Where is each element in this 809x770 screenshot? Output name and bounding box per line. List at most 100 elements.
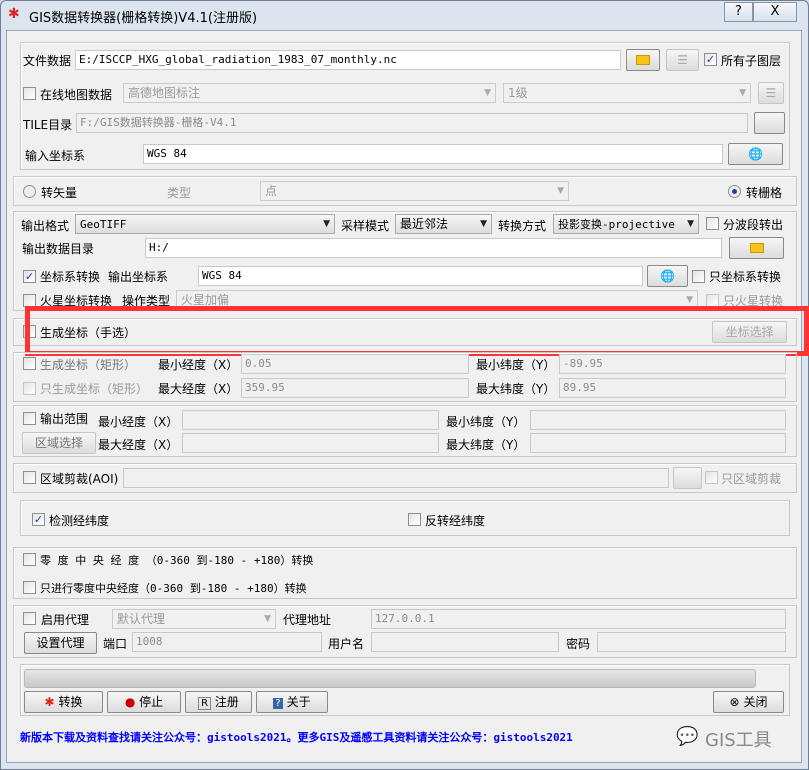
extent-max-lon-input[interactable] [182,433,439,453]
out-crs-field[interactable]: WGS 84 [198,266,643,286]
aoi-browse-button[interactable] [673,467,702,489]
proxy-addr-label: 代理地址 [283,613,332,627]
rect-gen-checkbox[interactable] [23,357,36,370]
user-input[interactable] [371,632,559,652]
rect-min-lon-input[interactable]: 0.05 [241,354,469,374]
port-label: 端口 [103,637,128,651]
split-bands-checkbox[interactable] [706,217,719,230]
tile-label: TILE目录 [23,118,73,132]
extent-label: 输出范围 [40,412,89,426]
format-select[interactable]: GeoTIFF ▼ [75,214,335,234]
gear-icon: ✱ [44,695,55,709]
output-dir-button[interactable] [729,237,784,259]
crs-convert-checkbox[interactable]: ✓ [23,270,36,283]
out-crs-label: 输出坐标系 [108,270,169,284]
all-sublayers-checkbox[interactable]: ✓ [704,53,717,66]
region-select-button[interactable]: 区域选择 [22,432,96,454]
all-sublayers-label: 所有子图层 [721,54,782,68]
proxy-type-select[interactable]: 默认代理 ▼ [112,609,276,629]
online-level-select[interactable]: 1级 ▼ [503,83,751,103]
progress-bar [24,669,756,688]
extent-max-lat-label: 最大纬度（Y） [446,438,526,452]
sampling-select[interactable]: 最近邻法 ▼ [395,214,492,234]
about-button[interactable]: ? 关于 [256,691,328,713]
wechat-icon: 💬 [676,726,699,747]
rect-max-lon-label: 最大经度（X） [158,382,239,396]
user-label: 用户名 [328,637,365,651]
aoi-input[interactable] [123,468,669,488]
window-title: GIS数据转换器(栅格转换)V4.1(注册版) [29,11,258,26]
only-crs-checkbox[interactable] [692,270,705,283]
split-bands-label: 分波段转出 [723,218,784,232]
extent-min-lat-label: 最小纬度（Y） [446,415,526,429]
extent-min-lon-input[interactable] [182,410,439,430]
folder-icon [749,243,764,253]
type-select[interactable]: 点 ▼ [260,181,569,201]
flip-latlon-label: 反转经纬度 [425,514,486,528]
out-crs-button[interactable]: 🌐 [647,265,688,287]
check-latlon-label: 检测经纬度 [49,514,110,528]
extent-checkbox[interactable] [23,412,36,425]
only-gen-label: 只生成坐标（矩形） [40,382,149,396]
zero-meridian-label: 零 度 中 央 经 度 （0-360 到-180 - +180）转换 [40,554,314,567]
convert-button[interactable]: ✱ 转换 [24,691,103,713]
output-dir-input[interactable]: H:/ [145,238,722,258]
layers-icon: ☰ [677,53,688,67]
close-button[interactable]: ⊗ 关闭 [713,691,784,713]
online-map-checkbox[interactable] [23,87,36,100]
format-label: 输出格式 [21,219,70,233]
input-crs-button[interactable]: 🌐 [728,143,783,165]
port-input[interactable]: 1008 [132,632,322,652]
rect-max-lat-input[interactable]: 89.95 [559,378,786,398]
r-icon: R [198,697,212,710]
extent-min-lon-label: 最小经度（X） [98,415,179,429]
pass-input[interactable] [597,632,786,652]
method-select[interactable]: 投影变换-projective ▼ [553,214,699,234]
file-input[interactable]: E:/ISCCP_HXG_global_radiation_1983_07_mo… [75,50,621,70]
vector-radio[interactable] [23,185,36,198]
help-button[interactable]: ? [724,2,753,22]
rect-gen-label: 生成坐标（矩形） [40,358,137,372]
aoi-label: 区域剪裁(AOI) [40,472,119,486]
only-zero-meridian-checkbox[interactable] [23,581,36,594]
help-book-icon: ? [273,698,283,709]
online-layers-button[interactable]: ☰ [758,82,784,104]
online-map-label: 在线地图数据 [40,88,113,102]
enable-proxy-checkbox[interactable] [23,612,36,625]
raster-radio[interactable] [728,185,741,198]
close-window-button[interactable]: X [753,2,797,22]
rect-max-lon-input[interactable]: 359.95 [241,378,469,398]
rect-min-lat-input[interactable]: -89.95 [559,354,786,374]
extent-min-lat-input[interactable] [530,410,786,430]
method-label: 转换方式 [498,219,547,233]
flip-latlon-checkbox[interactable] [408,513,421,526]
raster-label: 转栅格 [746,186,783,200]
only-gen-checkbox[interactable] [23,382,36,395]
layers-button[interactable]: ☰ [666,49,699,71]
close-circle-icon: ⊗ [729,695,740,709]
extent-max-lat-input[interactable] [530,433,786,453]
only-aoi-label: 只区域剪裁 [721,472,782,486]
set-proxy-button[interactable]: 设置代理 [24,632,97,654]
stop-button[interactable]: ● 停止 [107,691,181,713]
brand-watermark: GIS工具 [705,730,772,751]
input-crs-field[interactable]: WGS 84 [143,144,723,164]
only-crs-label: 只坐标系转换 [709,270,782,284]
open-file-button[interactable] [626,49,660,71]
online-source-select[interactable]: 高德地图标注 ▼ [123,83,496,103]
tile-dir-input[interactable]: F:/GIS数据转换器-栅格-V4.1 [76,113,748,133]
register-button[interactable]: R 注册 [185,691,252,713]
aoi-checkbox[interactable] [23,471,36,484]
footer-notice: 新版本下载及资料查找请关注公众号：gistools2021。更多GIS及遥感工具… [20,731,573,744]
type-label: 类型 [167,186,192,200]
zero-meridian-checkbox[interactable] [23,553,36,566]
latlon-group [20,500,790,536]
check-latlon-checkbox[interactable]: ✓ [32,513,45,526]
only-aoi-checkbox[interactable] [705,471,718,484]
vector-label: 转矢量 [41,186,78,200]
input-crs-label: 输入坐标系 [25,149,86,163]
proxy-addr-input[interactable]: 127.0.0.1 [371,609,786,629]
tile-browse-button[interactable] [754,112,785,134]
layers-icon: ☰ [765,86,777,100]
highlight-box [25,306,809,356]
